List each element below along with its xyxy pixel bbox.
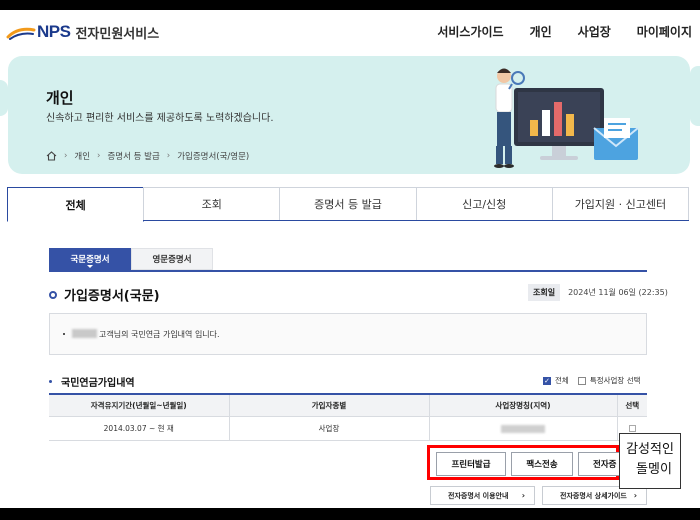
nav-workplace[interactable]: 사업장 [578,23,611,40]
certificate-language-tabs: 국문증명서 영문증명서 [49,248,213,270]
global-nav: 서비스가이드 개인 사업장 마이페이지 [411,23,692,40]
col-type: 가입자종별 [228,393,429,417]
cell-type: 사업장 [228,416,429,441]
table-row: 2014.03.07 ~ 현 재 사업장 [49,416,647,441]
usage-guide-label: 전자증명서 이용안내 [448,491,509,500]
breadcrumb-item-certificates[interactable]: 증명서 등 발급 [107,150,159,162]
query-date: 조회일 2024년 11월 06일 (22:35) [528,284,668,301]
filter-specific-label: 특정사업장 선택 [589,376,641,385]
nav-service-guide[interactable]: 서비스가이드 [437,23,503,40]
row-select-checkbox[interactable] [628,425,636,432]
section-heading: 가입증명서(국문) [49,285,160,304]
col-period: 자격유지기간(년월일~년월일) [49,393,229,417]
home-icon[interactable] [46,151,57,161]
filter-specific-checkbox[interactable] [577,376,586,385]
subtab-korean[interactable]: 국문증명서 [49,248,131,270]
history-filters: ✓ 전체 특정사업장 선택 [543,375,641,386]
info-box: 고객님의 국민연금 가입내역 입니다. [49,313,647,355]
logo-nps-text: NPS [37,22,71,41]
history-bullet-icon [49,380,52,383]
tab-certificates[interactable]: 증명서 등 발급 [279,187,417,220]
cell-period: 2014.03.07 ~ 현 재 [49,416,229,441]
breadcrumb-item-individual[interactable]: 개인 [74,150,90,162]
history-heading: 국민연금가입내역 [49,374,135,389]
detail-guide-label: 전자증명서 상세가이드 [560,491,627,500]
fax-send-button[interactable]: 팩스전송 [511,452,573,476]
breadcrumb-separator: › [97,151,101,161]
chevron-right-icon: › [521,491,525,500]
tab-lookup[interactable]: 조회 [143,187,281,220]
watermark-label: 감성적인 돌멩이 [619,433,681,489]
tab-support-center[interactable]: 가입지원 · 신고센터 [551,187,690,220]
redacted-name [72,329,97,338]
site-title: 전자민원서비스 [75,26,160,42]
watermark-line-2: 돌멩이 [636,462,672,477]
bullet-dot [63,333,65,335]
section-title: 가입증명서(국문) [64,289,160,304]
history-table: 자격유지기간(년월일~년월일) 가입자종별 사업장명칭(지역) 선택 2014.… [49,393,647,441]
print-issue-button[interactable]: 프린터발급 [436,452,506,476]
tab-reports[interactable]: 신고/신청 [415,187,553,220]
hero-illustration [494,68,639,168]
filter-all-label: 전체 [555,376,569,385]
hero-description: 신속하고 편리한 서비스를 제공하도록 노력하겠습니다. [46,113,274,124]
breadcrumb-separator: › [166,151,171,161]
redacted-workplace [501,424,545,433]
nav-individual[interactable]: 개인 [530,23,552,40]
tab-all[interactable]: 전체 [7,187,145,222]
hero-title: 개인 [46,89,74,107]
bottom-black-bar [0,508,700,520]
query-date-value: 2024년 11월 06일 (22:35) [568,288,668,297]
filter-all-checkbox[interactable]: ✓ [543,376,551,385]
hero-banner: 개인 신속하고 편리한 서비스를 제공하도록 노력하겠습니다. › 개인 › 증… [8,56,690,174]
subtab-english[interactable]: 영문증명서 [131,248,213,270]
top-black-bar [0,0,700,10]
query-date-label: 조회일 [528,284,561,301]
history-title: 국민연금가입내역 [61,378,135,389]
site-logo[interactable]: NPS 전자민원서비스 [6,22,159,42]
breadcrumb-item-current: 가입증명서(국/영문) [177,152,250,162]
info-text: 고객님의 국민연금 가입내역 입니다. [99,330,220,339]
nav-mypage[interactable]: 마이페이지 [637,23,692,40]
chevron-right-icon: › [633,491,637,500]
breadcrumb: › 개인 › 증명서 등 발급 › 가입증명서(국/영문) [46,150,249,162]
nps-logo-icon [6,27,36,40]
col-select: 선택 [616,393,647,417]
hero-edge-left [0,80,8,116]
usage-guide-link[interactable]: 전자증명서 이용안내 › [430,486,535,505]
site-header: NPS 전자민원서비스 서비스가이드 개인 사업장 마이페이지 [0,10,700,56]
section-bullet-icon [49,290,57,299]
hero-edge-right [690,66,700,126]
cell-workplace [428,416,617,441]
watermark-line-1: 감성적인 [626,442,674,457]
breadcrumb-separator: › [64,151,68,161]
subtab-underline [49,270,647,272]
col-workplace: 사업장명칭(지역) [428,393,617,417]
table-header-row: 자격유지기간(년월일~년월일) 가입자종별 사업장명칭(지역) 선택 [49,393,647,417]
main-tabs: 전체 조회 증명서 등 발급 신고/신청 가입지원 · 신고센터 [7,187,690,222]
